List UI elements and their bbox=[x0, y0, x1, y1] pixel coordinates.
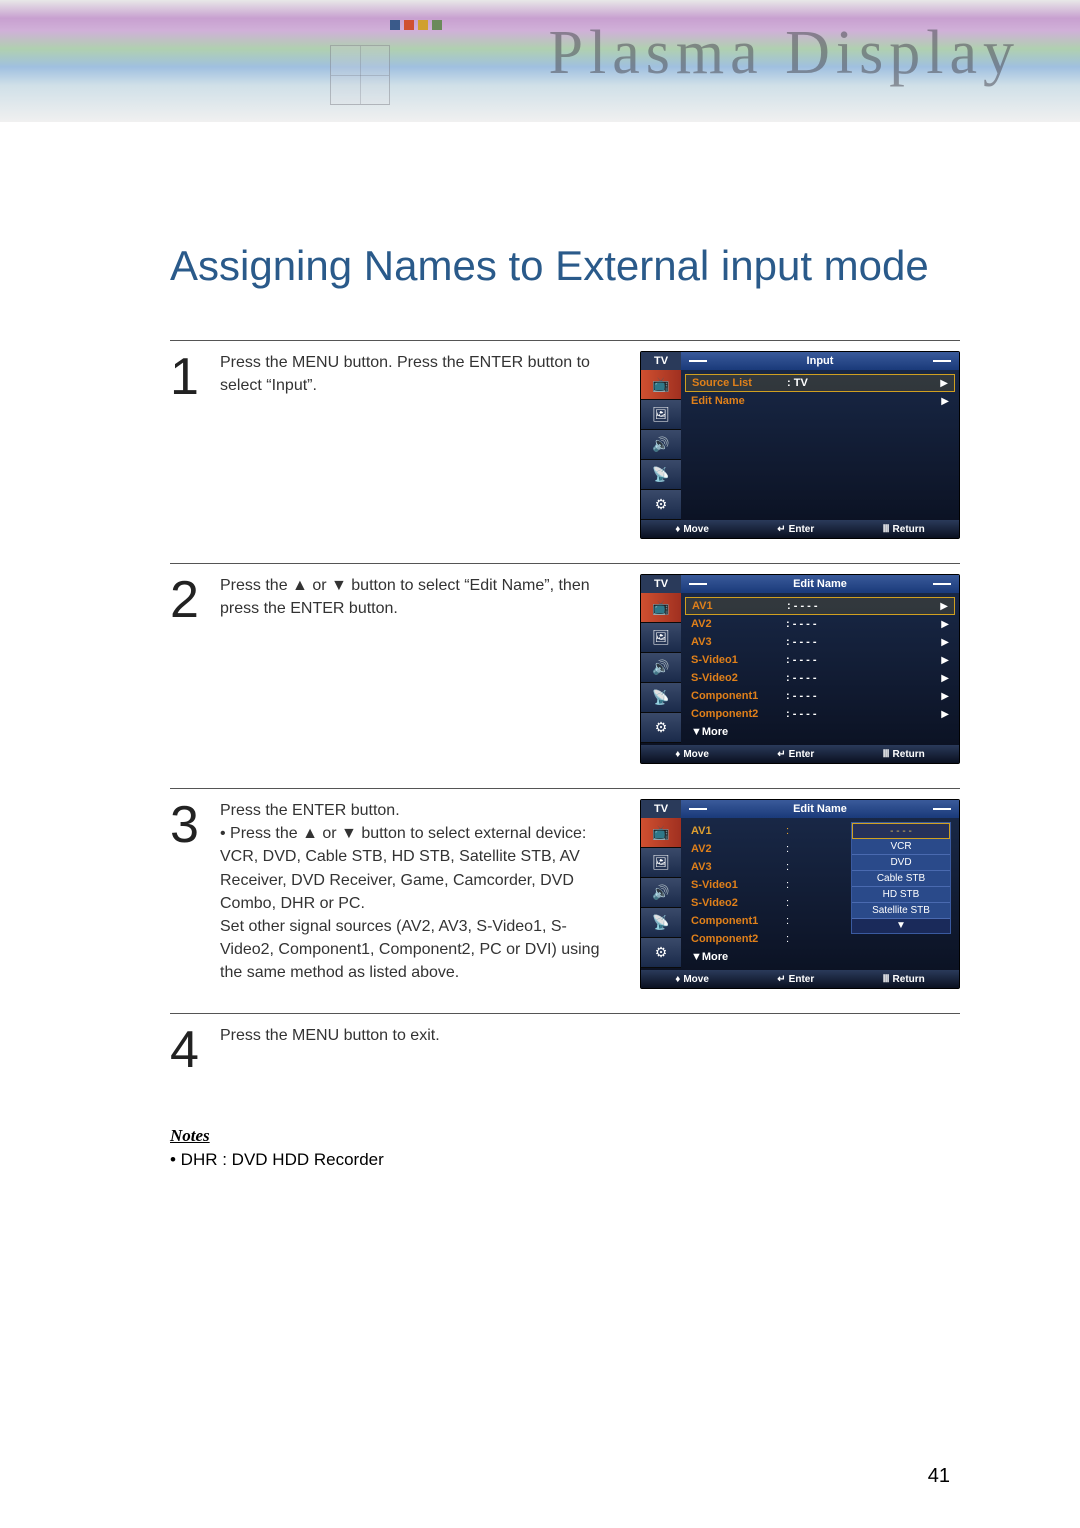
header-banner: Plasma Display bbox=[0, 0, 1080, 122]
chevron-right-icon: ▶ bbox=[941, 655, 949, 666]
sound-icon[interactable]: 🔊 bbox=[641, 430, 681, 460]
chevron-right-icon: ▶ bbox=[941, 673, 949, 684]
step-number: 1 bbox=[170, 351, 200, 539]
chevron-right-icon: ▶ bbox=[940, 378, 948, 389]
chevron-right-icon: ▶ bbox=[940, 601, 948, 612]
page-number: 41 bbox=[928, 1465, 950, 1488]
input-icon[interactable]: 📺 bbox=[641, 370, 681, 400]
osd-screen-2: TV Edit Name 📺 🖼 🔊 📡 ⚙ AV1: - - - -▶ AV2… bbox=[640, 574, 960, 764]
menu-more[interactable]: ▼More bbox=[685, 948, 955, 966]
chevron-right-icon: ▶ bbox=[941, 709, 949, 720]
menu-edit-name[interactable]: Edit Name ▶ bbox=[685, 392, 955, 410]
dropdown-option[interactable]: DVD bbox=[852, 855, 950, 871]
osd-sidebar: 📺 🖼 🔊 📡 ⚙ bbox=[641, 593, 681, 745]
osd-screen-1: TV Input 📺 🖼 🔊 📡 ⚙ Source List : bbox=[640, 351, 960, 539]
step-text: Press the MENU button to exit. bbox=[220, 1024, 960, 1076]
return-icon: Ⅲ bbox=[883, 749, 890, 760]
banner-title: Plasma Display bbox=[549, 18, 1020, 89]
dropdown-option[interactable]: Satellite STB bbox=[852, 903, 950, 919]
menu-svideo1[interactable]: S-Video1: - - - -▶ bbox=[685, 651, 955, 669]
osd-footer: ♦Move ↵Enter ⅢReturn bbox=[641, 745, 959, 763]
banner-swatches bbox=[390, 20, 442, 30]
step-number: 3 bbox=[170, 799, 200, 989]
step-text: Press the ▲ or ▼ button to select “Edit … bbox=[220, 574, 600, 764]
setup-icon[interactable]: ⚙ bbox=[641, 938, 681, 968]
dropdown-option[interactable]: Cable STB bbox=[852, 871, 950, 887]
menu-av1[interactable]: AV1: - - - -▶ bbox=[685, 597, 955, 615]
osd-title: Edit Name bbox=[681, 800, 959, 818]
step-number: 2 bbox=[170, 574, 200, 764]
osd-tv-label: TV bbox=[641, 352, 681, 370]
step-number: 4 bbox=[170, 1024, 200, 1076]
enter-icon: ↵ bbox=[777, 974, 785, 985]
chevron-right-icon: ▶ bbox=[941, 637, 949, 648]
enter-icon: ↵ bbox=[777, 524, 785, 535]
updown-icon: ♦ bbox=[675, 749, 680, 760]
channel-icon[interactable]: 📡 bbox=[641, 460, 681, 490]
menu-component1[interactable]: Component1: - - - -▶ bbox=[685, 687, 955, 705]
banner-door-graphic bbox=[330, 45, 390, 105]
enter-icon: ↵ bbox=[777, 749, 785, 760]
sound-icon[interactable]: 🔊 bbox=[641, 878, 681, 908]
step-1: 1 Press the MENU button. Press the ENTER… bbox=[170, 340, 960, 539]
osd-title: Input bbox=[681, 352, 959, 370]
dropdown-option[interactable]: HD STB bbox=[852, 887, 950, 903]
menu-av3[interactable]: AV3: - - - -▶ bbox=[685, 633, 955, 651]
step-4: 4 Press the MENU button to exit. bbox=[170, 1013, 960, 1076]
step-text: Press the MENU button. Press the ENTER b… bbox=[220, 351, 600, 539]
chevron-right-icon: ▶ bbox=[941, 396, 949, 407]
osd-footer: ♦Move ↵Enter ⅢReturn bbox=[641, 970, 959, 988]
chevron-right-icon: ▶ bbox=[941, 691, 949, 702]
notes-heading: Notes bbox=[170, 1126, 960, 1146]
menu-more[interactable]: ▼More bbox=[685, 723, 955, 741]
osd-screen-3: TV Edit Name 📺 🖼 🔊 📡 ⚙ AV1: AV2: AV3: bbox=[640, 799, 960, 989]
dropdown-option[interactable]: VCR bbox=[852, 839, 950, 855]
channel-icon[interactable]: 📡 bbox=[641, 908, 681, 938]
osd-footer: ♦Move ↵Enter ⅢReturn bbox=[641, 520, 959, 538]
return-icon: Ⅲ bbox=[883, 524, 890, 535]
osd-tv-label: TV bbox=[641, 575, 681, 593]
chevron-right-icon: ▶ bbox=[941, 619, 949, 630]
dropdown-option[interactable]: - - - - bbox=[852, 823, 950, 839]
device-dropdown[interactable]: - - - - VCR DVD Cable STB HD STB Satelli… bbox=[851, 822, 951, 934]
menu-svideo2[interactable]: S-Video2: - - - -▶ bbox=[685, 669, 955, 687]
sound-icon[interactable]: 🔊 bbox=[641, 653, 681, 683]
osd-title: Edit Name bbox=[681, 575, 959, 593]
picture-icon[interactable]: 🖼 bbox=[641, 400, 681, 430]
return-icon: Ⅲ bbox=[883, 974, 890, 985]
input-icon[interactable]: 📺 bbox=[641, 593, 681, 623]
channel-icon[interactable]: 📡 bbox=[641, 683, 681, 713]
notes-section: Notes • DHR : DVD HDD Recorder bbox=[170, 1126, 960, 1170]
picture-icon[interactable]: 🖼 bbox=[641, 623, 681, 653]
step-text: Press the ENTER button. • Press the ▲ or… bbox=[220, 799, 600, 989]
input-icon[interactable]: 📺 bbox=[641, 818, 681, 848]
page-title: Assigning Names to External input mode bbox=[170, 242, 960, 290]
menu-source-list[interactable]: Source List : TV ▶ bbox=[685, 374, 955, 392]
picture-icon[interactable]: 🖼 bbox=[641, 848, 681, 878]
step-3: 3 Press the ENTER button. • Press the ▲ … bbox=[170, 788, 960, 989]
step-2: 2 Press the ▲ or ▼ button to select “Edi… bbox=[170, 563, 960, 764]
osd-tv-label: TV bbox=[641, 800, 681, 818]
menu-component2[interactable]: Component2: - - - -▶ bbox=[685, 705, 955, 723]
updown-icon: ♦ bbox=[675, 524, 680, 535]
updown-icon: ♦ bbox=[675, 974, 680, 985]
setup-icon[interactable]: ⚙ bbox=[641, 490, 681, 520]
chevron-down-icon: ▼ bbox=[852, 919, 950, 933]
osd-sidebar: 📺 🖼 🔊 📡 ⚙ bbox=[641, 818, 681, 970]
setup-icon[interactable]: ⚙ bbox=[641, 713, 681, 743]
menu-av2[interactable]: AV2: - - - -▶ bbox=[685, 615, 955, 633]
notes-text: • DHR : DVD HDD Recorder bbox=[170, 1150, 960, 1170]
osd-sidebar: 📺 🖼 🔊 📡 ⚙ bbox=[641, 370, 681, 520]
